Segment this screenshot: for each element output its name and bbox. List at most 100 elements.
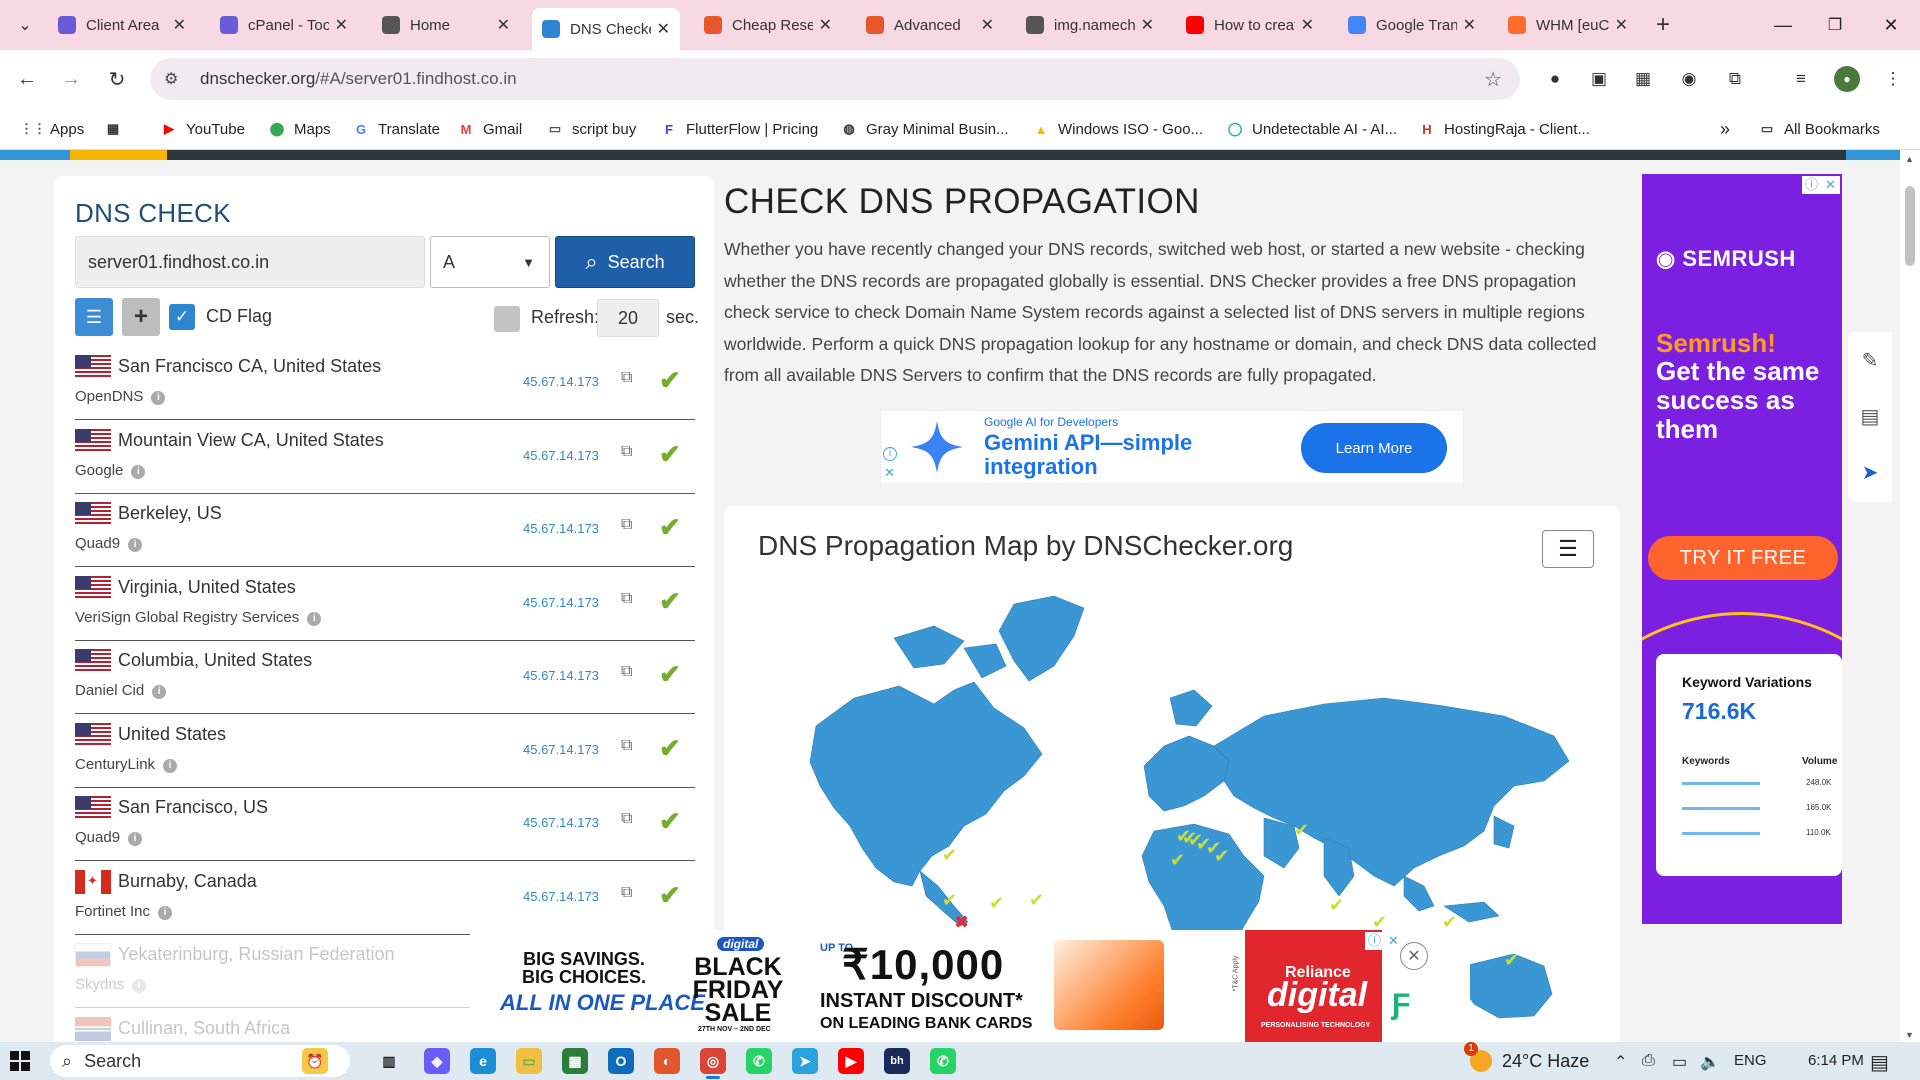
external-link-icon[interactable]: ⧉ (621, 516, 632, 534)
chrome-icon[interactable]: ◎ (700, 1048, 726, 1079)
whatsapp-icon[interactable]: ✆ (746, 1048, 772, 1074)
store-icon[interactable]: ▦ (562, 1048, 588, 1074)
resolved-ip-link[interactable]: 45.67.14.173 (523, 595, 599, 610)
extension-chrome-icon[interactable]: ◉ (1676, 66, 1702, 92)
rocket-icon[interactable]: ➤ (1848, 444, 1892, 500)
tab-close-icon[interactable]: ✕ (497, 15, 510, 35)
tab-close-icon[interactable]: ✕ (1463, 15, 1476, 35)
info-icon[interactable]: i (128, 832, 143, 846)
bookmark-item[interactable]: F FlutterFlow | Pricing (660, 118, 818, 140)
info-icon[interactable]: i (158, 905, 173, 920)
resolved-ip-link[interactable]: 45.67.14.173 (523, 889, 599, 904)
bookmarks-overflow-button[interactable]: » (1720, 118, 1730, 140)
reload-icon[interactable]: ↻ (102, 64, 132, 94)
forward-arrow-icon[interactable]: → (56, 64, 86, 94)
bookmark-item[interactable]: ▭ script buy (546, 118, 636, 140)
tab-close-icon[interactable]: ✕ (657, 19, 670, 39)
external-link-icon[interactable]: ⧉ (621, 810, 632, 828)
bookmark-star-icon[interactable]: ☆ (1484, 67, 1502, 92)
info-icon[interactable]: i (307, 611, 322, 626)
external-link-icon[interactable]: ⧉ (621, 590, 632, 608)
ad-info-icon[interactable]: ⓘ (1802, 176, 1821, 194)
external-link-icon[interactable]: ⧉ (621, 443, 632, 461)
resolved-ip-link[interactable]: 45.67.14.173 (523, 521, 599, 536)
record-type-select[interactable]: A ▼ (430, 236, 550, 288)
external-link-icon[interactable]: ⧉ (621, 663, 632, 681)
windows-start-icon[interactable] (10, 1051, 30, 1071)
bookmark-item[interactable]: ⋮⋮ Apps (20, 118, 84, 140)
browser-tab[interactable]: Cheap Reseller ✕ (694, 8, 842, 42)
browser-tab[interactable]: DNS Checker ✕ (532, 8, 680, 50)
profile-avatar[interactable]: ● (1834, 66, 1860, 92)
ad-close-icon[interactable]: ✕ (884, 465, 895, 481)
address-bar[interactable]: ⚙ dnschecker.org/#A/server01.findhost.co… (150, 58, 1520, 100)
browser-tab[interactable]: Advanced ✕ (856, 8, 1004, 42)
external-link-icon[interactable]: ⧉ (621, 884, 632, 902)
copilot-icon[interactable]: ◈ (424, 1048, 450, 1074)
learn-more-button[interactable]: Learn More (1301, 423, 1447, 473)
firefox-icon[interactable]: ◐ (654, 1048, 680, 1074)
external-link-icon[interactable]: ⧉ (621, 369, 632, 387)
scroll-thumb[interactable] (1905, 186, 1915, 266)
bookmark-item[interactable]: M Gmail (457, 118, 523, 140)
ad-close-icon[interactable]: ✕ (1821, 176, 1840, 194)
external-link-icon[interactable]: ⧉ (621, 737, 632, 755)
bookmark-item[interactable]: ▲ Windows ISO - Goo... (1032, 118, 1203, 140)
all-bookmarks-button[interactable]: ▭ All Bookmarks (1758, 118, 1880, 140)
info-icon[interactable]: i (131, 464, 146, 479)
bookmark-item[interactable]: ▦ (104, 118, 130, 140)
browser-tab[interactable]: Client Area ✕ (48, 8, 196, 42)
ad-info-icon[interactable]: i (883, 447, 897, 461)
tab-close-icon[interactable]: ✕ (1301, 15, 1314, 35)
site-info-icon[interactable]: ⚙ (164, 69, 200, 89)
search-highlight-icon[interactable]: ⏰ (302, 1048, 328, 1074)
file-explorer-icon[interactable]: ▭ (516, 1048, 542, 1074)
bookmark-item[interactable]: ◍ Gray Minimal Busin... (840, 118, 1008, 140)
restore-icon[interactable]: ❐ (1812, 8, 1858, 42)
browser-menu-icon[interactable]: ⋮ (1880, 66, 1906, 92)
tab-close-icon[interactable]: ✕ (981, 15, 994, 35)
info-icon[interactable]: i (152, 685, 167, 699)
clock[interactable]: 6:14 PM (1808, 1052, 1864, 1069)
close-ad-button[interactable]: ✕ (1400, 942, 1428, 970)
bookmark-item[interactable]: G Translate (352, 118, 440, 140)
scroll-down-icon[interactable]: ▼ (1905, 1030, 1914, 1040)
map-menu-button[interactable]: ☰ (1542, 530, 1594, 568)
add-server-button[interactable]: + (122, 298, 160, 336)
info-icon[interactable]: i (132, 979, 147, 993)
tab-close-icon[interactable]: ✕ (819, 15, 832, 35)
resolved-ip-link[interactable]: 45.67.14.173 (523, 374, 599, 389)
language-indicator[interactable]: ENG (1734, 1052, 1767, 1069)
bookmark-item[interactable]: ◯ Undetectable AI - AI... (1226, 118, 1397, 140)
browser-tab[interactable]: Google Translate ✕ (1338, 8, 1486, 42)
bookmark-item[interactable]: ▶ YouTube (160, 118, 245, 140)
tab-close-icon[interactable]: ✕ (1615, 15, 1628, 35)
tab-close-icon[interactable]: ✕ (173, 15, 186, 35)
info-icon[interactable]: i (151, 391, 166, 405)
volume-icon[interactable]: 🔈 (1700, 1052, 1720, 1072)
network-icon[interactable]: ▭ (1672, 1052, 1687, 1072)
notes-icon[interactable]: ▤ (1848, 388, 1892, 444)
extension-image-icon[interactable]: ▣ (1586, 66, 1612, 92)
hostname-input[interactable] (75, 236, 425, 288)
ad-info-icon[interactable]: ⓘ (1365, 932, 1384, 950)
browser-tab[interactable]: img.namecheap ✕ (1016, 8, 1164, 42)
resolved-ip-link[interactable]: 45.67.14.173 (523, 815, 599, 830)
notifications-icon[interactable]: ▤ (1870, 1050, 1889, 1075)
tab-search-chevron-icon[interactable]: ⌄ (10, 10, 40, 40)
tray-device-icon[interactable]: ⎙ (1642, 1052, 1655, 1070)
media-control-icon[interactable]: ≡ (1788, 66, 1814, 92)
browser-tab[interactable]: cPanel - Tools ✕ (210, 8, 358, 42)
try-it-free-button[interactable]: TRY IT FREE (1648, 536, 1838, 580)
scroll-up-icon[interactable]: ▲ (1905, 154, 1914, 164)
tab-close-icon[interactable]: ✕ (1141, 15, 1154, 35)
edit-pen-icon[interactable]: ✎ (1848, 332, 1892, 388)
gemini-ad-banner[interactable]: i ✕ Google AI for Developers Gemini API—… (880, 410, 1464, 484)
ad-choices[interactable]: ⓘ ✕ (1365, 932, 1403, 950)
whatsapp-icon[interactable]: ✆ (930, 1048, 956, 1074)
back-arrow-icon[interactable]: ← (12, 64, 42, 94)
cd-flag-checkbox[interactable]: ✓ (169, 304, 195, 330)
ad-close-icon[interactable]: ✕ (1384, 932, 1403, 950)
app-icon[interactable]: bh (884, 1048, 910, 1074)
resolved-ip-link[interactable]: 45.67.14.173 (523, 668, 599, 683)
